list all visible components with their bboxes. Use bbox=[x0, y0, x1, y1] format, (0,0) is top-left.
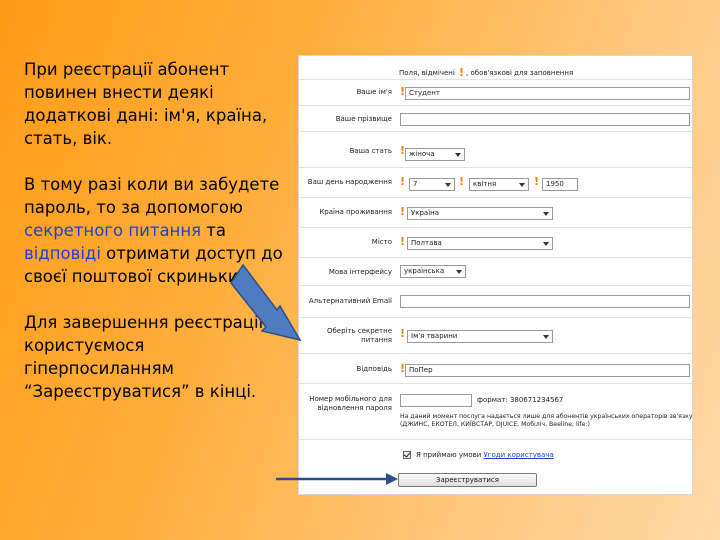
arrow-to-register-button-icon bbox=[276, 473, 398, 485]
arrow-to-secret-question-icon bbox=[230, 263, 302, 342]
arrows-overlay bbox=[230, 263, 398, 485]
